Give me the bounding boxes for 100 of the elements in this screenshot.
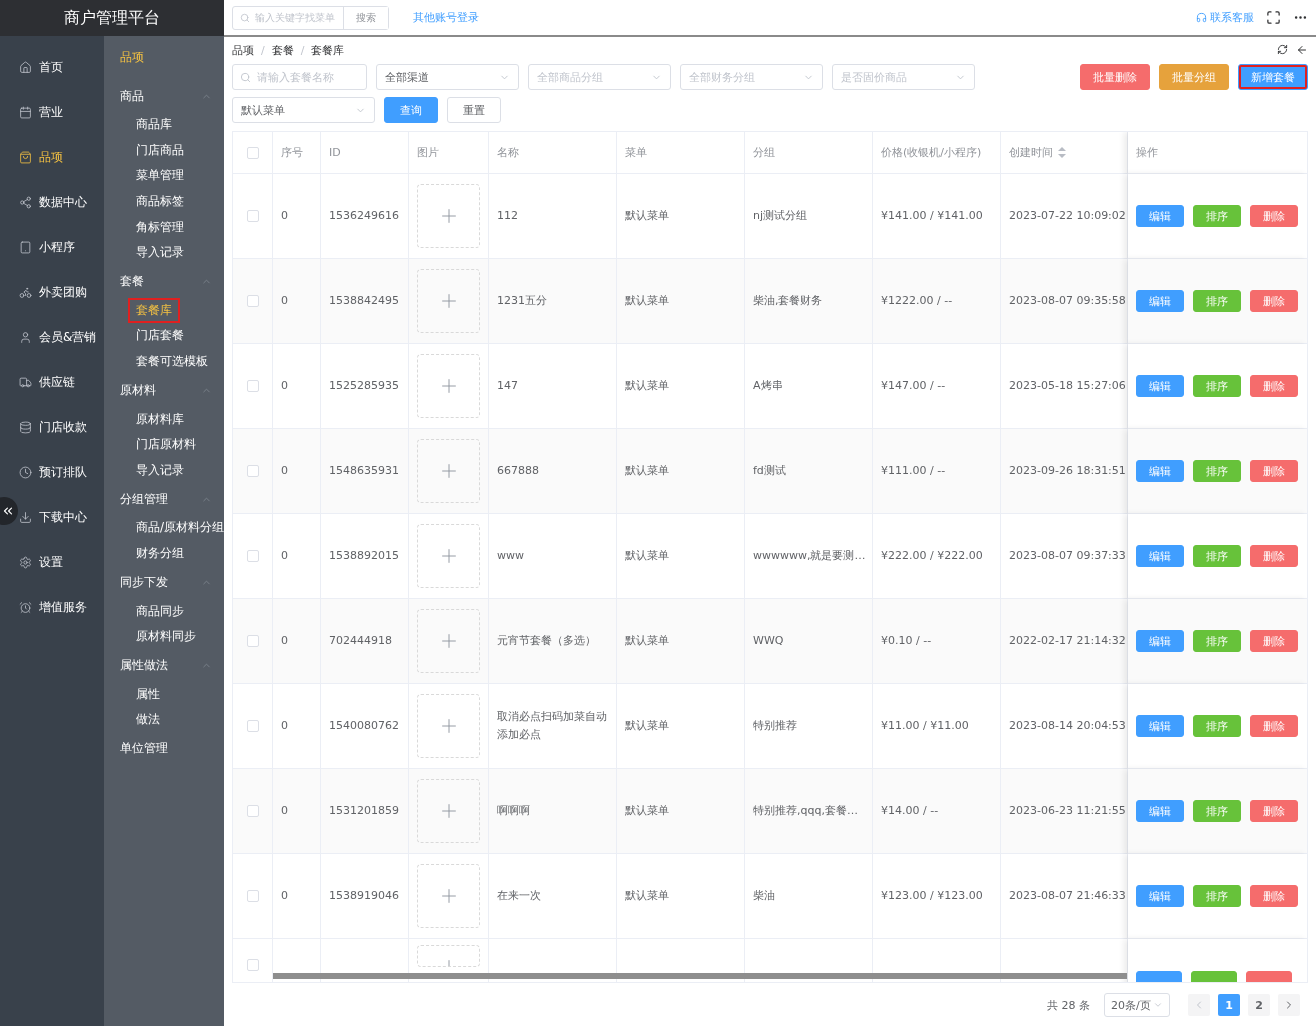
sidebar-item[interactable]: 增值服务 [19, 585, 87, 630]
row-checkbox[interactable] [247, 959, 259, 971]
table-cell-text: 0 [281, 293, 288, 309]
table-cell-text: 2023-08-07 09:37:33 [1009, 548, 1126, 564]
image-upload-box[interactable] [417, 439, 480, 503]
page-size-select[interactable]: 20条/页 [1104, 993, 1170, 1017]
sidebar-item[interactable]: 首页 [19, 45, 63, 90]
submenu-group[interactable]: 属性做法 [120, 649, 224, 682]
row-checkbox[interactable] [247, 720, 259, 732]
image-upload-box[interactable] [417, 694, 480, 758]
row-checkbox[interactable] [247, 635, 259, 647]
submenu-group[interactable]: 分组管理 [120, 483, 224, 516]
submenu-item[interactable]: 原材料库 [130, 408, 190, 430]
submenu-item[interactable]: 原材料同步 [130, 626, 202, 648]
table-cell-text: 1525285935 [329, 378, 399, 394]
database-icon [19, 421, 32, 434]
settings-icon [19, 556, 32, 569]
horizontal-scrollbar[interactable] [273, 973, 1127, 979]
table-cell-text: ¥0.10 / -- [881, 633, 932, 649]
table-cell-text: 1540080762 [329, 718, 399, 734]
submenu-item[interactable]: 商品/原材料分组 [130, 517, 231, 539]
submenu-item[interactable]: 门店套餐 [130, 325, 190, 347]
table-cell-text: 啊啊啊 [497, 803, 530, 819]
image-upload-box[interactable] [417, 609, 480, 673]
sidebar-item[interactable]: 小程序 [19, 225, 75, 270]
sort-icon[interactable] [1058, 147, 1066, 158]
row-checkbox[interactable] [247, 210, 259, 222]
table-cell-text: 0 [281, 803, 288, 819]
bike-icon [19, 286, 32, 299]
row-checkbox[interactable] [247, 890, 259, 902]
image-upload-box[interactable] [417, 524, 480, 588]
submenu-group[interactable]: 原材料 [120, 374, 224, 407]
image-upload-box[interactable] [417, 779, 480, 843]
sidebar-item[interactable]: 下载中心 [19, 495, 87, 540]
page-number[interactable]: 2 [1248, 994, 1270, 1016]
table-cell-text: ¥222.00 / ¥222.00 [881, 548, 983, 564]
table-cell-text: 默认菜单 [625, 208, 669, 224]
back-arrow-icon[interactable] [1296, 44, 1308, 56]
table-cell-text: nj测试分组 [753, 208, 808, 224]
row-checkbox[interactable] [247, 805, 259, 817]
image-upload-box[interactable] [417, 269, 480, 333]
sidebar-item[interactable]: 预订排队 [19, 450, 87, 495]
submenu-item[interactable]: 商品同步 [130, 600, 190, 622]
breadcrumb-item[interactable]: 套餐库 [311, 42, 345, 58]
submenu-item[interactable]: 角标管理 [130, 216, 190, 238]
table-cell-text: 2023-09-26 18:31:51 [1009, 463, 1126, 479]
breadcrumb-item[interactable]: 品项 [232, 42, 254, 58]
submenu-group[interactable]: 单位管理 [120, 732, 224, 765]
submenu-item[interactable]: 商品标签 [130, 191, 190, 213]
clock-icon [19, 466, 32, 479]
breadcrumb-item[interactable]: 套餐 [271, 42, 294, 58]
sidebar-item[interactable]: 营业 [19, 90, 63, 135]
table-cell-text: 默认菜单 [625, 718, 669, 734]
table-cell-text: 特别推荐,qqq,套餐… [753, 803, 858, 819]
reset-button[interactable]: 重置 [447, 97, 501, 123]
sidebar-item[interactable]: 会员&营销 [19, 315, 97, 360]
image-upload-box[interactable] [417, 864, 480, 928]
row-checkbox[interactable] [247, 465, 259, 477]
sidebar-item[interactable]: 设置 [19, 540, 63, 585]
submenu-item[interactable]: 商品库 [130, 114, 178, 136]
sidebar-item[interactable]: 门店收款 [19, 405, 87, 450]
prev-page-button[interactable] [1188, 994, 1210, 1016]
submenu-item[interactable]: 做法 [130, 709, 166, 731]
table-cell-text: 元宵节套餐（多选） [497, 633, 596, 649]
submenu-item[interactable]: 菜单管理 [130, 165, 190, 187]
next-page-button[interactable] [1278, 994, 1300, 1016]
submenu-group[interactable]: 同步下发 [120, 566, 224, 599]
submenu-item[interactable]: 门店原材料 [130, 434, 202, 456]
column-header: ID [329, 144, 341, 161]
sidebar-item[interactable]: 供应链 [19, 360, 75, 405]
select-field[interactable]: 默认菜单 [232, 97, 375, 123]
submenu-group[interactable]: 商品 [120, 80, 224, 112]
submenu-item[interactable]: 财务分组 [130, 543, 190, 564]
row-checkbox[interactable] [247, 550, 259, 562]
image-upload-box[interactable] [417, 354, 480, 418]
table-cell-text: 0 [281, 378, 288, 394]
column-header: 分组 [753, 144, 775, 161]
column-header: 操作 [1136, 144, 1158, 161]
submenu-item[interactable]: 套餐库 [130, 299, 178, 321]
submenu-item[interactable]: 门店商品 [130, 139, 190, 161]
submenu-item[interactable]: 导入记录 [130, 459, 190, 481]
table-cell-text: 在来一次 [497, 888, 541, 904]
sidebar-item[interactable]: 品项 [19, 135, 63, 180]
platform-title: 商户管理平台 [0, 0, 224, 36]
submenu-item[interactable]: 属性 [130, 683, 166, 705]
submenu-item[interactable]: 导入记录 [130, 242, 190, 264]
submenu-group[interactable]: 套餐 [120, 265, 224, 298]
select-field[interactable]: 全部渠道 [376, 64, 519, 90]
fullscreen-icon[interactable] [1266, 10, 1281, 25]
column-header: 图片 [417, 144, 439, 161]
row-checkbox[interactable] [247, 295, 259, 307]
select-all-checkbox[interactable] [247, 146, 259, 159]
sidebar-item[interactable]: 数据中心 [19, 180, 87, 225]
submenu-item[interactable]: 套餐可选模板 [130, 351, 214, 373]
row-checkbox[interactable] [247, 380, 259, 392]
refresh-icon[interactable] [1277, 44, 1288, 55]
table-cell-text: 1536249616 [329, 208, 399, 224]
share-icon [19, 196, 32, 209]
image-upload-box[interactable] [417, 184, 480, 248]
sidebar-item[interactable]: 外卖团购 [19, 270, 87, 315]
